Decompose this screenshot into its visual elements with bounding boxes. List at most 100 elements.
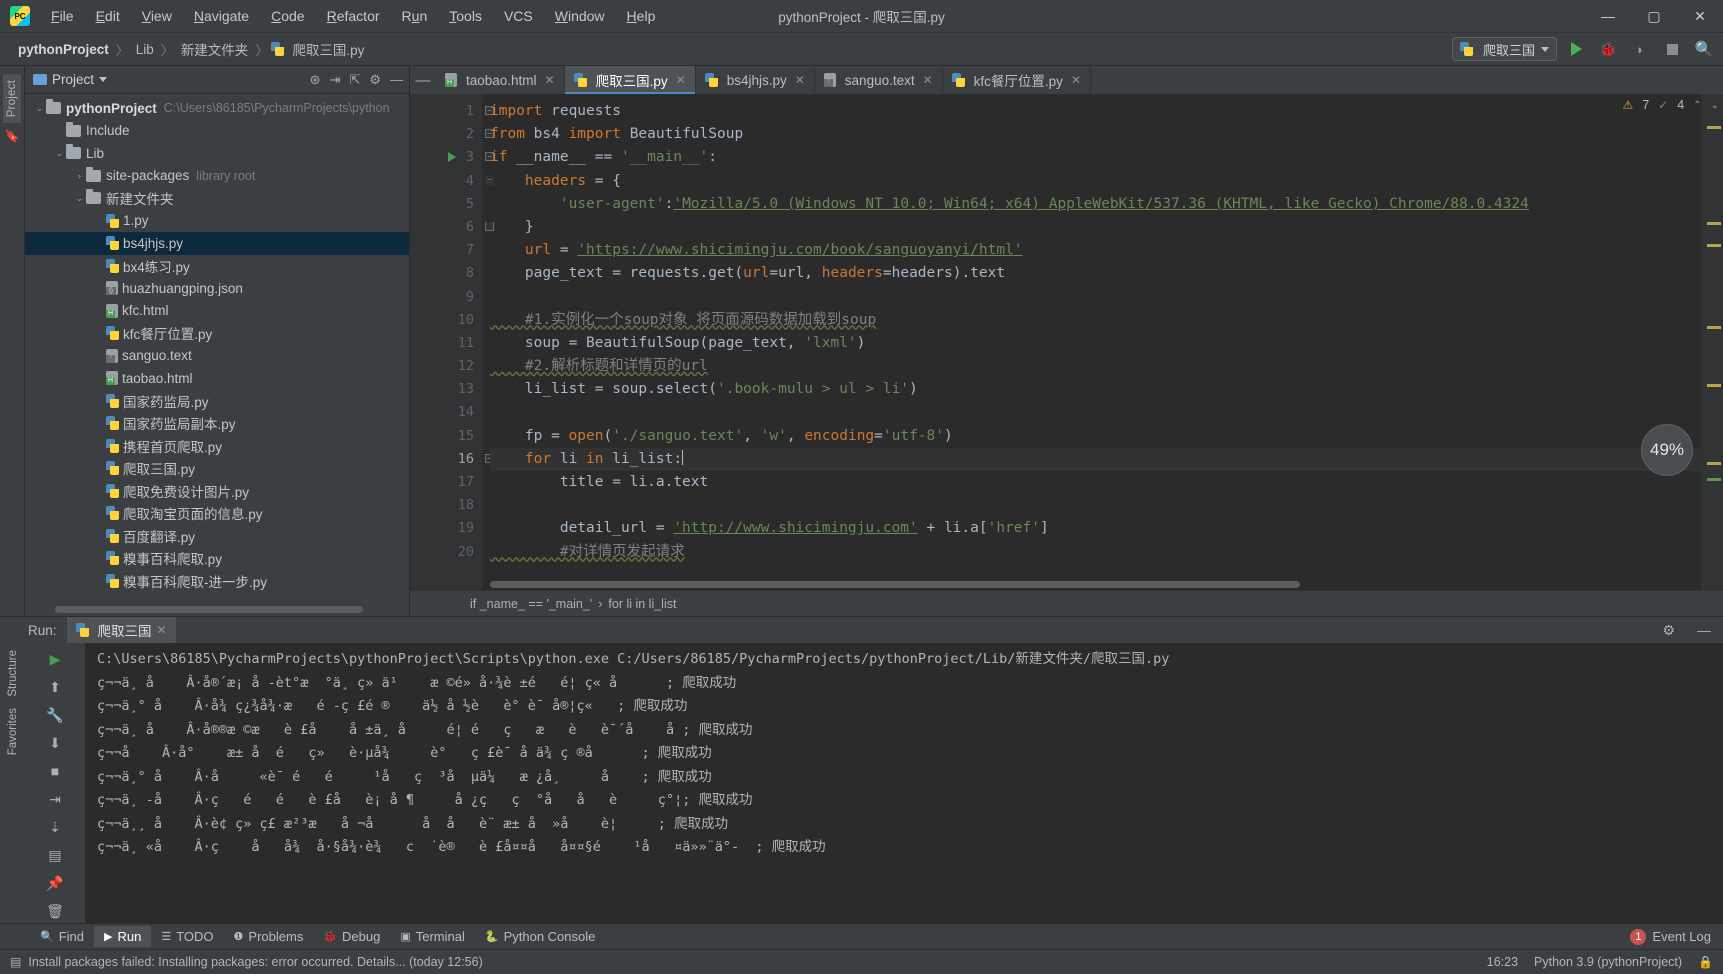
- bottom-tab-run[interactable]: ▶ Run: [94, 926, 152, 947]
- stop-button[interactable]: [1659, 36, 1685, 62]
- search-everywhere-button[interactable]: 🔍: [1691, 36, 1717, 62]
- breadcrumb-folder[interactable]: 新建文件夹: [177, 38, 253, 60]
- editor-breadcrumb-item[interactable]: if _name_ == '_main_': [470, 597, 592, 611]
- tree-node-爬取免费设计图片.py[interactable]: 爬取免费设计图片.py: [25, 480, 409, 503]
- tree-node-国家药监局副本.py[interactable]: 国家药监局副本.py: [25, 412, 409, 435]
- close-icon[interactable]: ✕: [795, 73, 805, 87]
- bottom-tab-find[interactable]: 🔍 Find: [30, 926, 94, 947]
- run-configuration-selector[interactable]: 爬取三国: [1451, 37, 1557, 61]
- project-horizontal-scrollbar[interactable]: [55, 606, 363, 613]
- tree-node-糗事百科爬取-进一步.py[interactable]: 糗事百科爬取-进一步.py: [25, 570, 409, 593]
- sidebar-item-favorites[interactable]: Favorites: [5, 703, 21, 760]
- scroll-down-button[interactable]: ⬇: [43, 731, 67, 755]
- editor-breadcrumb-item[interactable]: for li in li_list: [608, 597, 676, 611]
- error-marker-bar[interactable]: [1701, 94, 1723, 590]
- run-tab[interactable]: 爬取三国 ✕: [66, 617, 176, 643]
- menu-refactor[interactable]: Refactor: [316, 4, 391, 28]
- stop-button[interactable]: ■: [43, 759, 67, 783]
- debug-button[interactable]: 🐞: [1595, 36, 1621, 62]
- menu-view[interactable]: View: [131, 4, 183, 28]
- tree-node-sanguo.text[interactable]: sanguo.text: [25, 345, 409, 368]
- tree-node-新建文件夹[interactable]: ⌄ 新建文件夹: [25, 187, 409, 210]
- clear-all-button[interactable]: 🗑: [43, 899, 67, 923]
- close-icon[interactable]: ✕: [545, 73, 555, 87]
- editor-tab-爬取三国.py[interactable]: 爬取三国.py ✕: [564, 66, 696, 94]
- menu-navigate[interactable]: Navigate: [183, 4, 260, 28]
- tree-node-site-packages[interactable]: › site-packages library root: [25, 165, 409, 188]
- hide-icon[interactable]: —: [1697, 622, 1711, 638]
- chevron-down-icon[interactable]: ⌄: [73, 193, 86, 204]
- tree-node-糗事百科爬取.py[interactable]: 糗事百科爬取.py: [25, 547, 409, 570]
- editor-tab-kfc餐厅位置.py[interactable]: kfc餐厅位置.py ✕: [943, 66, 1091, 94]
- tree-node-百度翻译.py[interactable]: 百度翻译.py: [25, 525, 409, 548]
- run-button[interactable]: [1563, 36, 1589, 62]
- editor-tab-taobao.html[interactable]: taobao.html ✕: [436, 66, 565, 94]
- tree-node-bx4练习.py[interactable]: bx4练习.py: [25, 255, 409, 278]
- gear-icon[interactable]: ⚙: [1662, 622, 1675, 639]
- maximize-button[interactable]: ▢: [1631, 0, 1677, 33]
- soft-wrap-button[interactable]: ⇥: [43, 787, 67, 811]
- chevron-right-icon[interactable]: ›: [73, 171, 86, 181]
- wrench-icon[interactable]: 🔧: [43, 703, 67, 727]
- bookmark-icon[interactable]: 🔖: [5, 129, 20, 143]
- code-content[interactable]: import requests from bs4 import Beautiful…: [482, 94, 1701, 590]
- menu-window[interactable]: Window: [544, 4, 616, 28]
- editor-tab-sanguo.text[interactable]: sanguo.text ✕: [815, 66, 943, 94]
- close-icon[interactable]: ✕: [1071, 73, 1081, 87]
- chevron-down-icon[interactable]: ⌄: [53, 148, 66, 159]
- hide-panel-icon[interactable]: —: [390, 72, 403, 87]
- tree-node-bs4jhjs.py[interactable]: bs4jhjs.py: [25, 232, 409, 255]
- status-interpreter[interactable]: Python 3.9 (pythonProject): [1534, 955, 1682, 969]
- menu-file[interactable]: File: [40, 4, 85, 28]
- event-log-group[interactable]: 1 Event Log: [1630, 928, 1723, 945]
- tree-node-kfc餐厅位置.py[interactable]: kfc餐厅位置.py: [25, 322, 409, 345]
- bottom-tab-problems[interactable]: ❶ Problems: [224, 926, 314, 947]
- editor-tab-bs4jhjs.py[interactable]: bs4jhjs.py ✕: [696, 66, 815, 94]
- scroll-to-end-button[interactable]: ⇣: [43, 815, 67, 839]
- status-message[interactable]: Install packages failed: Installing pack…: [28, 955, 482, 969]
- menu-run[interactable]: Run: [391, 4, 439, 28]
- menu-edit[interactable]: Edit: [85, 4, 131, 28]
- pin-button[interactable]: 📌: [43, 871, 67, 895]
- tree-node-Include[interactable]: Include: [25, 120, 409, 143]
- close-icon[interactable]: ✕: [157, 623, 167, 637]
- hide-tabs-icon[interactable]: —: [410, 66, 436, 94]
- tree-node-国家药监局.py[interactable]: 国家药监局.py: [25, 390, 409, 413]
- bottom-tab-terminal[interactable]: ▣ Terminal: [390, 926, 475, 947]
- tree-node-爬取淘宝页面的信息.py[interactable]: 爬取淘宝页面的信息.py: [25, 502, 409, 525]
- bottom-tab-python-console[interactable]: 🐍 Python Console: [475, 926, 605, 947]
- sidebar-item-project[interactable]: Project: [3, 74, 21, 124]
- scroll-up-button[interactable]: ⬆: [43, 675, 67, 699]
- tree-node-爬取三国.py[interactable]: 爬取三国.py: [25, 457, 409, 480]
- menu-help[interactable]: Help: [616, 4, 667, 28]
- bottom-tab-debug[interactable]: 🐞 Debug: [313, 926, 390, 947]
- zoom-level-badge[interactable]: 49%: [1641, 424, 1693, 476]
- sidebar-item-structure[interactable]: Structure: [5, 645, 21, 702]
- tree-node-Lib[interactable]: ⌄ Lib: [25, 142, 409, 165]
- lock-icon[interactable]: 🔒: [1698, 955, 1713, 969]
- tree-node-pythonProject[interactable]: ⌄ pythonProject C:\Users\86185\PycharmProj…: [25, 97, 409, 120]
- collapse-all-icon[interactable]: ⇥: [330, 72, 341, 88]
- editor-horizontal-scrollbar[interactable]: [490, 581, 1300, 588]
- coverage-button[interactable]: ◗: [1627, 36, 1653, 62]
- close-icon[interactable]: ✕: [676, 73, 686, 87]
- minimize-button[interactable]: —: [1585, 0, 1631, 33]
- tree-node-huazhuangping.json[interactable]: huazhuangping.json: [25, 277, 409, 300]
- tree-node-taobao.html[interactable]: taobao.html: [25, 367, 409, 390]
- rerun-button[interactable]: ▶: [43, 647, 67, 671]
- project-panel-title[interactable]: Project: [33, 72, 108, 87]
- run-gutter-icon[interactable]: [448, 152, 456, 163]
- menu-vcs[interactable]: VCS: [493, 4, 544, 28]
- locate-icon[interactable]: ⊛: [310, 72, 321, 88]
- expand-icon[interactable]: ⇱: [349, 72, 360, 88]
- close-button[interactable]: ✕: [1677, 0, 1723, 33]
- print-button[interactable]: ▤: [43, 843, 67, 867]
- tree-node-携程首页爬取.py[interactable]: 携程首页爬取.py: [25, 435, 409, 458]
- tree-node-kfc.html[interactable]: kfc.html: [25, 300, 409, 323]
- project-tree[interactable]: ⌄ pythonProject C:\Users\86185\PycharmProj…: [25, 94, 409, 616]
- breadcrumb-lib[interactable]: Lib: [132, 41, 158, 58]
- menu-code[interactable]: Code: [260, 4, 315, 28]
- breadcrumb-project[interactable]: pythonProject: [14, 41, 113, 58]
- menu-tools[interactable]: Tools: [438, 4, 493, 28]
- chevron-down-icon[interactable]: ⌄: [1711, 100, 1719, 111]
